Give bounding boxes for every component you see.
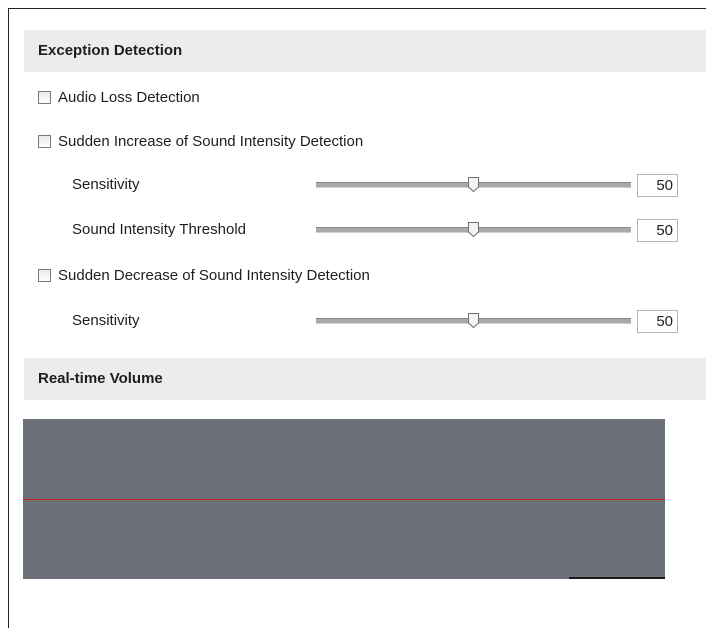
sudden-increase-label: Sudden Increase of Sound Intensity Detec… <box>58 132 364 150</box>
sudden-decrease-row[interactable]: Sudden Decrease of Sound Intensity Detec… <box>38 264 370 286</box>
sudden-decrease-label: Sudden Decrease of Sound Intensity Detec… <box>58 266 370 284</box>
increase-sensitivity-slider[interactable] <box>316 177 631 192</box>
volume-level-marker <box>569 577 665 579</box>
exception-detection-title: Exception Detection <box>38 42 183 59</box>
decrease-sensitivity-value[interactable]: 50 <box>637 310 678 333</box>
sudden-increase-row[interactable]: Sudden Increase of Sound Intensity Detec… <box>38 130 363 152</box>
decrease-sensitivity-slider[interactable] <box>316 313 631 328</box>
increase-threshold-slider[interactable] <box>316 222 631 237</box>
increase-threshold-slider-thumb[interactable] <box>467 222 479 237</box>
audio-loss-label: Audio Loss Detection <box>58 88 200 106</box>
increase-threshold-value[interactable]: 50 <box>637 219 678 242</box>
realtime-volume-title: Real-time Volume <box>38 370 163 387</box>
volume-threshold-line <box>23 499 665 500</box>
decrease-sensitivity-label: Sensitivity <box>72 312 140 329</box>
audio-loss-checkbox[interactable] <box>38 90 51 104</box>
realtime-volume-panel <box>23 419 665 579</box>
decrease-sensitivity-slider-thumb[interactable] <box>467 313 479 328</box>
increase-sensitivity-value[interactable]: 50 <box>637 174 678 197</box>
exception-detection-header: Exception Detection <box>24 30 706 72</box>
sudden-decrease-checkbox[interactable] <box>38 268 51 282</box>
increase-threshold-label: Sound Intensity Threshold <box>72 221 247 238</box>
increase-sensitivity-label: Sensitivity <box>72 176 140 193</box>
increase-sensitivity-slider-thumb[interactable] <box>467 177 479 192</box>
realtime-volume-header: Real-time Volume <box>24 358 706 400</box>
sudden-increase-checkbox[interactable] <box>38 134 51 148</box>
audio-loss-row[interactable]: Audio Loss Detection <box>38 86 200 108</box>
